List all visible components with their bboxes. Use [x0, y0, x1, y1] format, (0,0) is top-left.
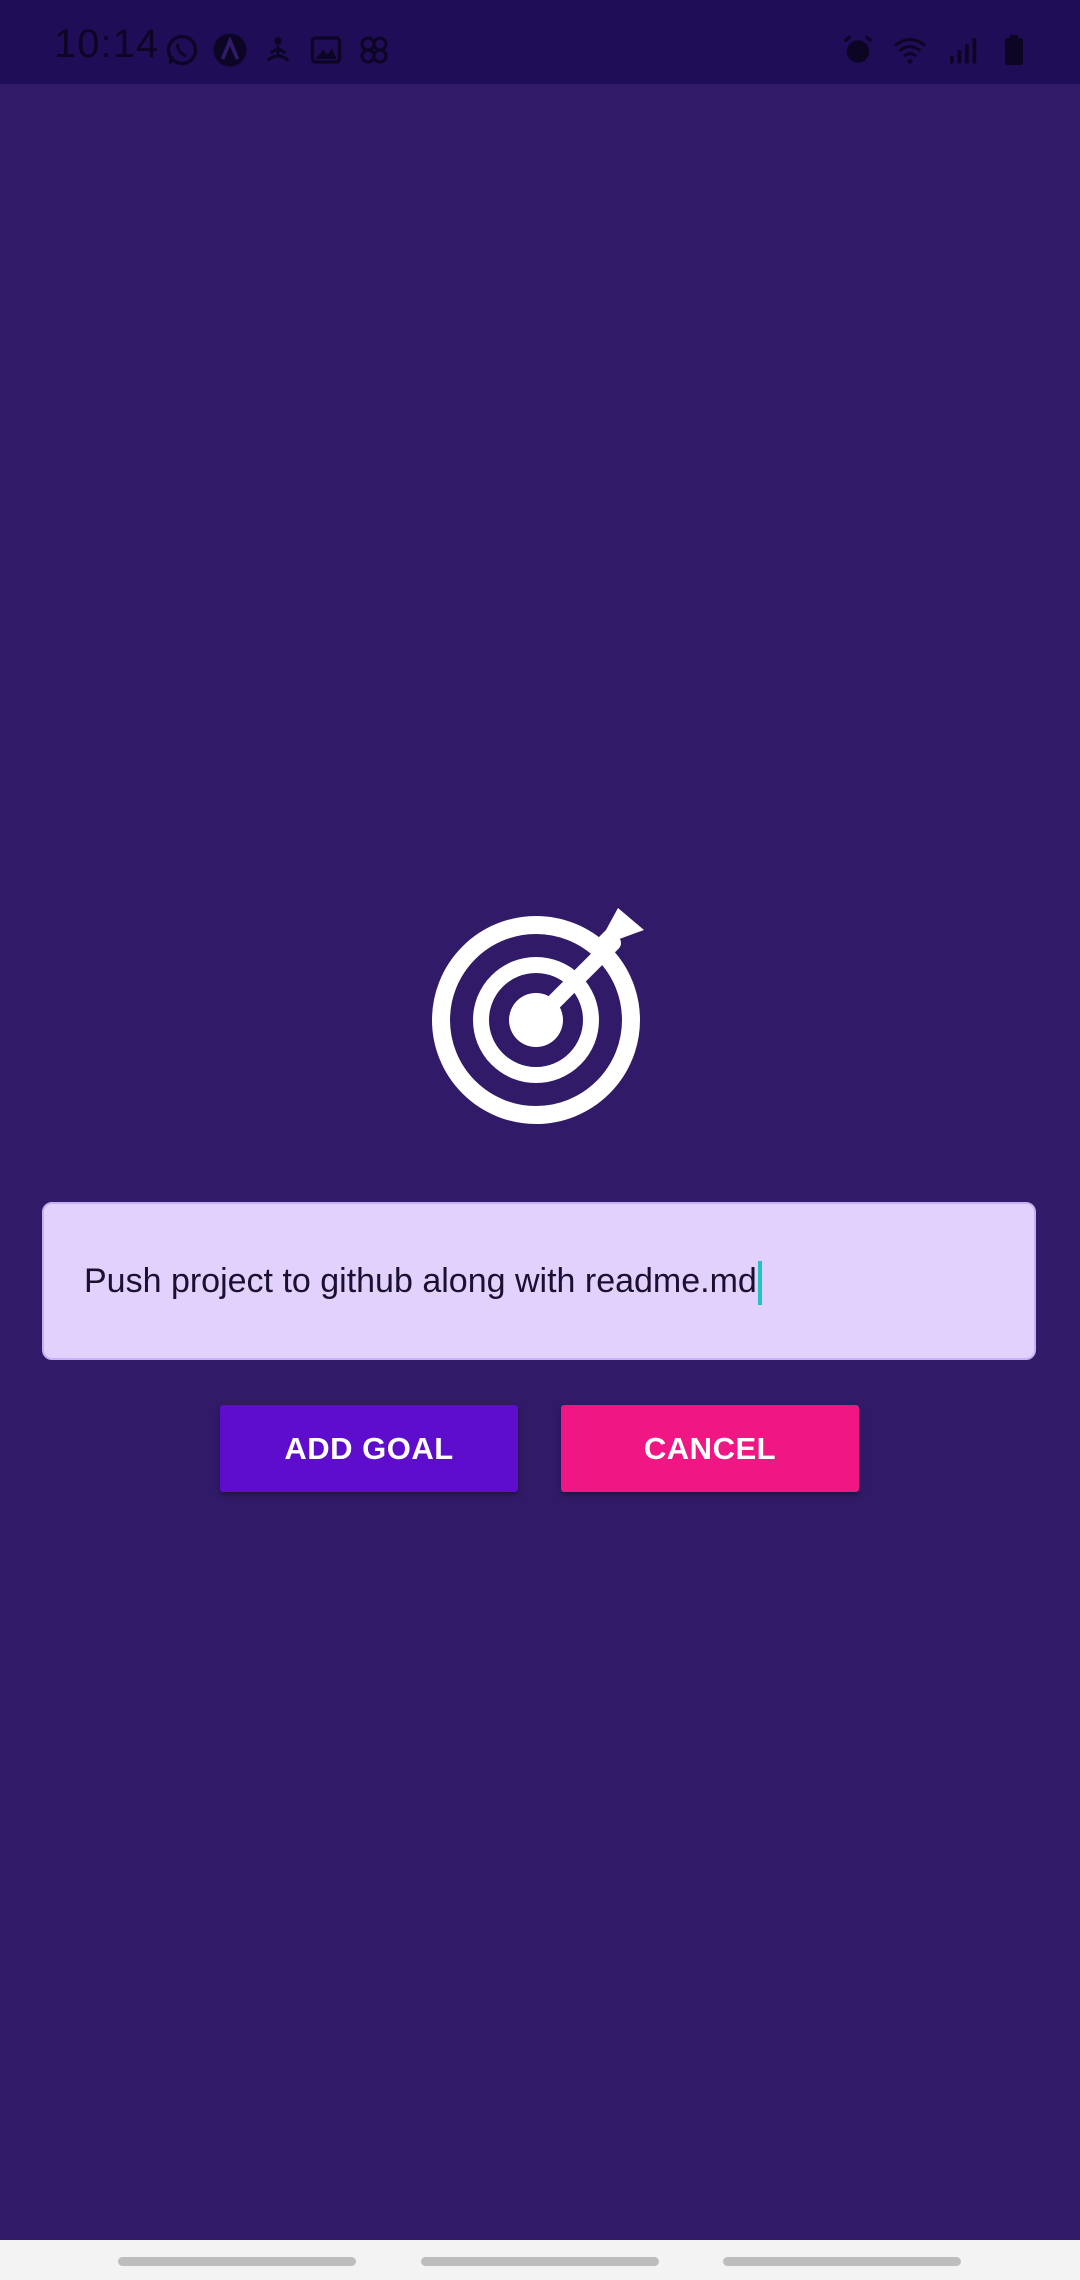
cancel-button[interactable]: CANCEL: [561, 1405, 859, 1492]
gallery-icon: [310, 36, 342, 64]
goal-input-value: Push project to github along with readme…: [84, 1262, 757, 1300]
text-cursor: [757, 1261, 762, 1306]
status-time: 10:14: [54, 22, 160, 66]
nav-home-button[interactable]: [421, 2257, 659, 2266]
navigation-bar: [0, 2240, 1080, 2280]
notification-icons: [164, 30, 392, 70]
nav-recents-button[interactable]: [118, 2257, 356, 2266]
whatsapp-icon: [166, 34, 198, 66]
app-a-icon: [213, 33, 247, 67]
meditation-icon: [266, 37, 290, 62]
target-arrow-icon: [432, 908, 644, 1124]
add-goal-button[interactable]: ADD GOAL: [220, 1405, 518, 1492]
status-bar: 10:14: [0, 0, 1080, 84]
wifi-icon: [894, 38, 926, 64]
system-icons: [840, 30, 1032, 70]
goal-input[interactable]: Push project to github along with readme…: [42, 1202, 1036, 1360]
alarm-icon: [843, 35, 873, 63]
nav-back-button[interactable]: [723, 2257, 961, 2266]
pinwheel-icon: [360, 36, 388, 64]
signal-icon: [950, 38, 977, 64]
battery-icon: [1005, 35, 1023, 65]
